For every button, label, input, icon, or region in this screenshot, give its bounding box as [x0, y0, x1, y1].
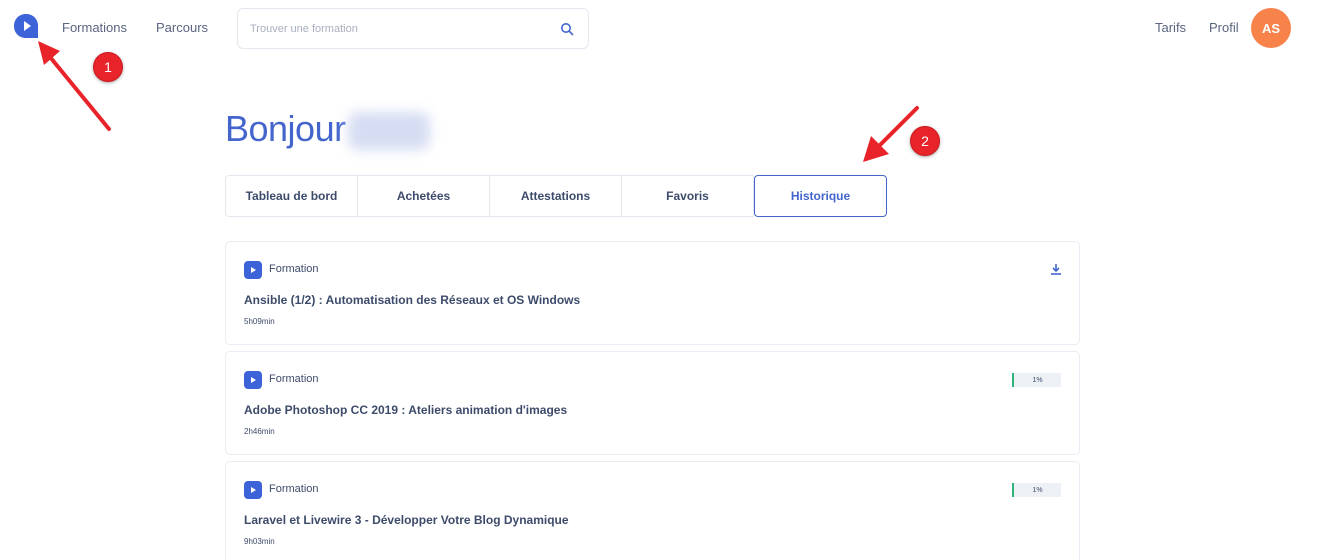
search-icon[interactable]	[560, 22, 574, 36]
page-title: Bonjour	[225, 108, 346, 149]
search-input[interactable]	[250, 19, 550, 39]
course-title[interactable]: Ansible (1/2) : Automatisation des Résea…	[244, 293, 580, 307]
nav-profil[interactable]: Profil	[1209, 20, 1239, 35]
tab-historique[interactable]: Historique	[754, 175, 887, 217]
tab-attestations[interactable]: Attestations	[489, 175, 622, 217]
dashboard-tabs: Tableau de bord Achetées Attestations Fa…	[225, 175, 887, 217]
course-type: Formation	[269, 483, 319, 495]
course-type: Formation	[269, 263, 319, 275]
tab-achetees[interactable]: Achetées	[357, 175, 490, 217]
course-type: Formation	[269, 373, 319, 385]
annotation-badge-2: 2	[910, 126, 940, 156]
play-icon	[244, 261, 262, 279]
course-card[interactable]: Formation Adobe Photoshop CC 2019 : Atel…	[225, 351, 1080, 455]
course-card[interactable]: Formation Ansible (1/2) : Automatisation…	[225, 241, 1080, 345]
course-duration: 2h46min	[244, 427, 275, 436]
annotation-arrow-1	[38, 41, 111, 131]
annotation-badge-1: 1	[93, 52, 123, 82]
logo-icon[interactable]	[13, 13, 39, 39]
play-icon	[244, 371, 262, 389]
nav-formations[interactable]: Formations	[62, 20, 127, 35]
progress-badge: 1%	[1012, 373, 1061, 387]
nav-tarifs[interactable]: Tarifs	[1155, 20, 1186, 35]
search-box	[237, 8, 589, 49]
play-icon	[244, 481, 262, 499]
course-card[interactable]: Formation Laravel et Livewire 3 - Dévelo…	[225, 461, 1080, 560]
tab-tableau-de-bord[interactable]: Tableau de bord	[225, 175, 358, 217]
course-title[interactable]: Adobe Photoshop CC 2019 : Ateliers anima…	[244, 403, 567, 417]
download-icon[interactable]	[1050, 263, 1062, 275]
tab-favoris[interactable]: Favoris	[621, 175, 754, 217]
nav-parcours[interactable]: Parcours	[156, 20, 208, 35]
course-duration: 5h09min	[244, 317, 275, 326]
avatar[interactable]: AS	[1251, 8, 1291, 48]
progress-badge: 1%	[1012, 483, 1061, 497]
course-duration: 9h03min	[244, 537, 275, 546]
course-title[interactable]: Laravel et Livewire 3 - Développer Votre…	[244, 513, 569, 527]
blurred-user-name	[348, 112, 430, 150]
